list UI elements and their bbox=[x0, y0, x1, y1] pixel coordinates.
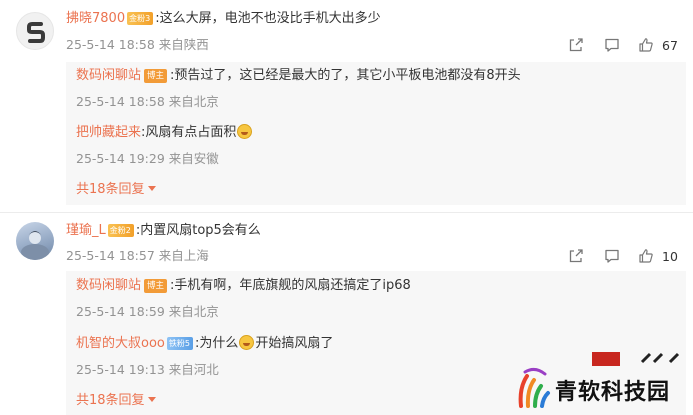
reply-text: :预告过了，这已经是最大的了，其它小平板电池都没有8开头 bbox=[170, 68, 521, 83]
like-icon[interactable] bbox=[638, 248, 654, 264]
avatar[interactable] bbox=[16, 222, 54, 260]
comment-meta: 25-5-14 18:57 来自上海 bbox=[66, 247, 209, 265]
comment-line: 拂晓7800 金粉3:这么大屏，电池不也没比手机大出多少 bbox=[66, 10, 381, 28]
reply-username[interactable]: 数码闲聊站 bbox=[76, 278, 141, 293]
reply-username[interactable]: 机智的大叔ooo bbox=[76, 336, 165, 351]
location: 来自河北 bbox=[168, 362, 219, 377]
comment-actions: 67 bbox=[566, 37, 686, 55]
laughing-crying-emoji-icon bbox=[237, 124, 253, 139]
reply-text: :风扇有点占面积 bbox=[141, 125, 237, 140]
reply-line: 机智的大叔ooo 铁粉5:为什么 开始搞风扇了 bbox=[76, 335, 333, 353]
username[interactable]: 拂晓7800 bbox=[66, 11, 125, 26]
reply-meta: 25-5-14 18:59 来自北京 bbox=[76, 303, 219, 321]
caret-down-icon bbox=[147, 186, 156, 191]
share-icon[interactable] bbox=[568, 248, 584, 264]
fan-badge: 铁粉5 bbox=[166, 337, 193, 350]
reply-list: 数码闲聊站 博主:预告过了，这已经是最大的了，其它小平板电池都没有8开头 25-5… bbox=[66, 62, 686, 205]
watermark-mark bbox=[640, 352, 680, 364]
reply-line: 数码闲聊站 博主:手机有啊，年底旗舰的风扇还搞定了ip68 bbox=[76, 277, 411, 295]
timestamp: 25-5-14 19:29 bbox=[76, 151, 165, 166]
location: 来自北京 bbox=[168, 304, 219, 319]
comment-actions: 10 bbox=[566, 248, 686, 266]
like-icon[interactable] bbox=[638, 37, 654, 53]
s-logo-icon bbox=[27, 22, 45, 43]
reply-text: :手机有啊，年底旗舰的风扇还搞定了ip68 bbox=[170, 278, 411, 293]
watermark: 青软科技园 bbox=[515, 366, 685, 410]
comment-meta: 25-5-14 18:58 来自陕西 bbox=[66, 36, 209, 54]
comment-item: 拂晓7800 金粉3:这么大屏，电池不也没比手机大出多少 25-5-14 18:5… bbox=[0, 0, 693, 205]
fan-badge: 金粉2 bbox=[107, 224, 134, 237]
reply-text: 开始搞风扇了 bbox=[255, 336, 334, 351]
reply-meta: 25-5-14 18:58 来自北京 bbox=[76, 93, 219, 111]
more-replies-label: 共18条回复 bbox=[76, 182, 145, 197]
timestamp: 25-5-14 18:59 bbox=[76, 304, 165, 319]
host-badge: 博主 bbox=[144, 69, 168, 83]
caret-down-icon bbox=[147, 397, 156, 402]
reply-username[interactable]: 把帅藏起来 bbox=[76, 125, 141, 140]
reply-line: 数码闲聊站 博主:预告过了，这已经是最大的了，其它小平板电池都没有8开头 bbox=[76, 67, 521, 85]
reply-text: :为什么 bbox=[194, 336, 239, 351]
more-replies-link[interactable]: 共18条回复 bbox=[76, 181, 156, 199]
comment-icon[interactable] bbox=[604, 37, 620, 53]
location: 来自北京 bbox=[168, 94, 219, 109]
location: 来自陕西 bbox=[158, 37, 209, 52]
watermark-logo-icon bbox=[518, 367, 550, 408]
location: 来自安徽 bbox=[168, 151, 219, 166]
like-count: 10 bbox=[662, 249, 678, 264]
watermark-text: 青软科技园 bbox=[555, 380, 671, 405]
reply-meta: 25-5-14 19:29 来自安徽 bbox=[76, 150, 219, 168]
avatar-photo-icon bbox=[21, 231, 49, 260]
timestamp: 25-5-14 18:58 bbox=[76, 94, 165, 109]
comment-text: :这么大屏，电池不也没比手机大出多少 bbox=[155, 11, 381, 26]
comment-icon[interactable] bbox=[604, 248, 620, 264]
timestamp: 25-5-14 18:58 bbox=[66, 37, 155, 52]
reply-line: 把帅藏起来:风扇有点占面积 bbox=[76, 124, 253, 142]
grinning-sweat-emoji-icon bbox=[239, 335, 255, 350]
watermark-mark bbox=[592, 352, 620, 366]
comment-text: :内置风扇top5会有么 bbox=[135, 223, 261, 238]
reply-meta: 25-5-14 19:13 来自河北 bbox=[76, 361, 219, 379]
timestamp: 25-5-14 18:57 bbox=[66, 248, 155, 263]
username[interactable]: 瑾瑜_L bbox=[66, 223, 106, 238]
timestamp: 25-5-14 19:13 bbox=[76, 362, 165, 377]
more-replies-label: 共18条回复 bbox=[76, 393, 145, 408]
share-icon[interactable] bbox=[568, 37, 584, 53]
comment-line: 瑾瑜_L 金粉2:内置风扇top5会有么 bbox=[66, 222, 261, 240]
like-count: 67 bbox=[662, 38, 678, 53]
host-badge: 博主 bbox=[144, 279, 168, 293]
avatar[interactable] bbox=[16, 12, 54, 50]
reply-username[interactable]: 数码闲聊站 bbox=[76, 68, 141, 83]
fan-badge: 金粉3 bbox=[127, 12, 154, 25]
more-replies-link[interactable]: 共18条回复 bbox=[76, 392, 156, 410]
location: 来自上海 bbox=[158, 248, 209, 263]
